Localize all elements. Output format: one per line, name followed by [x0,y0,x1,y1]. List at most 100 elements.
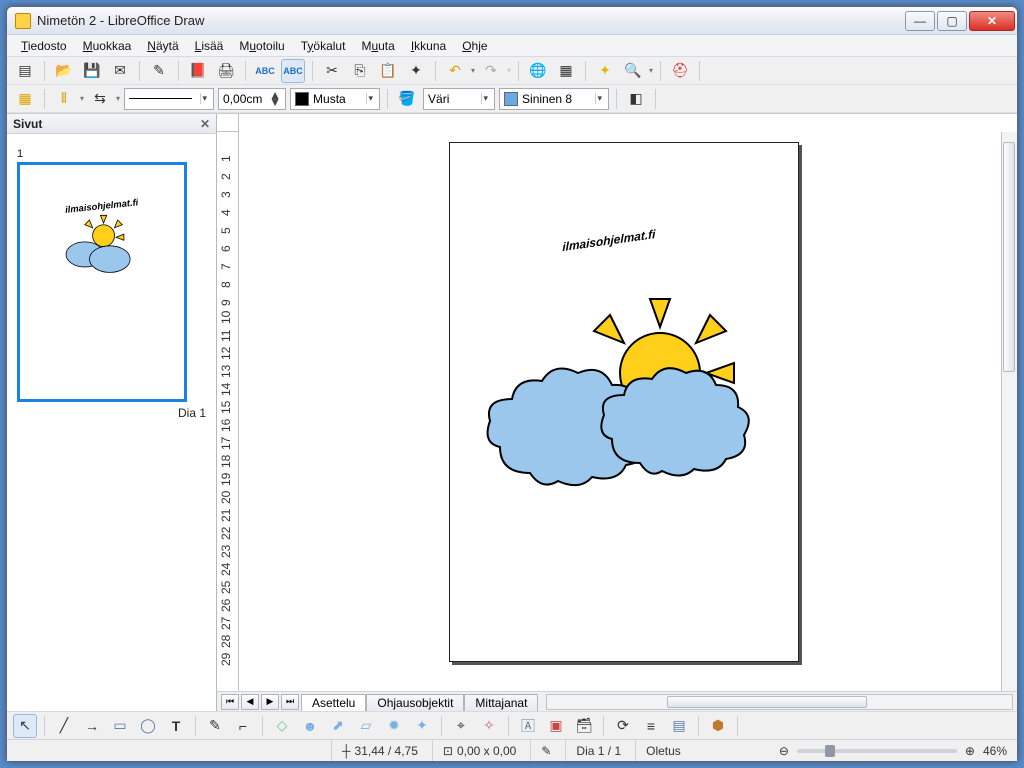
line-style-combo[interactable]: ▾ [124,88,214,110]
navigator-button[interactable]: 🔍 [621,59,645,83]
statusbar: ┼ 31,44 / 4,75 ⊡ 0,00 x 0,00 ✎ Dia 1 / 1… [7,739,1017,761]
tab-nav-last[interactable]: ⏭ [281,694,299,710]
minimize-button[interactable]: — [905,11,935,31]
grid-button[interactable]: ▦ [13,87,37,111]
tab-layout[interactable]: Asettelu [301,694,366,712]
zoom-slider[interactable] [797,749,957,753]
fill-bucket-icon[interactable]: 🪣 [395,87,419,111]
copy-button[interactable]: ⎘ [348,59,372,83]
menu-file[interactable]: Tiedosto [15,37,73,55]
maximize-button[interactable]: ▢ [937,11,967,31]
line-width-spinner[interactable]: 0,00cm ▲▼ [218,88,286,110]
points-tool[interactable]: ⌖ [449,714,473,738]
gallery-tool[interactable]: 🗃 [572,714,596,738]
text-tool[interactable]: T [164,714,188,738]
email-button[interactable]: ✉ [108,59,132,83]
edit-button[interactable]: ✎ [147,59,171,83]
rect-tool[interactable]: ▭ [108,714,132,738]
menu-view[interactable]: Näytä [141,37,184,55]
menubar: Tiedosto Muokkaa Näytä Lisää Muotoilu Ty… [7,35,1017,57]
format-paint-button[interactable]: ✦ [404,59,428,83]
titlebar: Nimetön 2 - LibreOffice Draw — ▢ ✕ [7,7,1017,35]
tab-nav-prev[interactable]: ◀ [241,694,259,710]
hyperlink-button[interactable]: ✦ [593,59,617,83]
fill-color-combo[interactable]: Sininen 8 ▾ [499,88,609,110]
paste-button[interactable]: 📋 [376,59,400,83]
tab-nav-first[interactable]: ⏮ [221,694,239,710]
formatting-toolbar: ▦ ⦀ ▾ ⇆ ▾ ▾ 0,00cm ▲▼ Musta ▾ 🪣 Väri ▾ S… [7,85,1017,113]
ellipse-tool[interactable]: ◯ [136,714,160,738]
zoom-value[interactable]: 46% [983,744,1007,758]
menu-window[interactable]: Ikkuna [405,37,452,55]
select-tool[interactable]: ↖ [13,714,37,738]
open-button[interactable]: 📂 [52,59,76,83]
status-size: ⊡ 0,00 x 0,00 [432,740,516,761]
from-file-tool[interactable]: ▣ [544,714,568,738]
standard-toolbar: ▤ 📂 💾 ✉ ✎ 📕 🖨 ABC ABC ✂ ⎘ 📋 ✦ ↶ ▾ ↷ ▾ 🌐 … [7,57,1017,85]
canvas[interactable]: ilmaisohjelmat.fi [239,132,1001,691]
fill-type-combo[interactable]: Väri ▾ [423,88,495,110]
extrusion-tool[interactable]: ⬢ [706,714,730,738]
workspace: Sivut ✕ 1 ilmaisohjelmat.fi [7,113,1017,711]
svg-text:ilmaisohjelmat.fi: ilmaisohjelmat.fi [65,197,139,215]
arrow-end-button[interactable]: ⦀ [52,87,76,111]
tab-nav-next[interactable]: ▶ [261,694,279,710]
arrow-tool[interactable]: → [80,714,104,738]
page-thumb-number: 1 [17,148,206,160]
status-slide: Dia 1 / 1 [565,740,621,761]
menu-edit[interactable]: Muokkaa [77,37,138,55]
page[interactable]: ilmaisohjelmat.fi [449,142,799,662]
callout-tool[interactable]: ✹ [382,714,406,738]
export-pdf-button[interactable]: 📕 [186,59,210,83]
line-style-button[interactable]: ⇆ [88,87,112,111]
gluepoints-tool[interactable]: ✧ [477,714,501,738]
menu-help[interactable]: Ohje [456,37,493,55]
help-button[interactable]: ⛑ [668,59,692,83]
align-tool[interactable]: ≡ [639,714,663,738]
cut-button[interactable]: ✂ [320,59,344,83]
undo-button[interactable]: ↶ [443,59,467,83]
basic-shapes-tool[interactable]: ◇ [270,714,294,738]
horizontal-scrollbar[interactable] [546,694,1013,710]
pages-panel-close-icon[interactable]: ✕ [200,117,210,131]
sheet-tabs-row: ⏮ ◀ ▶ ⏭ Asettelu Ohjausobjektit Mittajan… [217,691,1017,711]
drawing-toolbar: ↖ ╱ → ▭ ◯ T ✎ ⌐ ◇ ☻ ⬈ ▱ ✹ ✦ ⌖ ✧ 🄰 ▣ 🗃 ⟳ … [7,711,1017,739]
shadow-button[interactable]: ◧ [624,87,648,111]
chart-button[interactable]: 🌐 [526,59,550,83]
autospell-button[interactable]: ABC [281,59,305,83]
status-modified-icon: ✎ [530,740,551,761]
spellcheck-button[interactable]: ABC [253,59,277,83]
zoom-out-icon[interactable]: ⊖ [779,744,789,758]
pages-panel-title: Sivut [13,117,42,131]
new-button[interactable]: ▤ [13,59,37,83]
stars-tool[interactable]: ✦ [410,714,434,738]
fontwork-tool[interactable]: 🄰 [516,714,540,738]
table-button[interactable]: ▦ [554,59,578,83]
zoom-in-icon[interactable]: ⊕ [965,744,975,758]
arrange-tool[interactable]: ▤ [667,714,691,738]
block-arrows-tool[interactable]: ⬈ [326,714,350,738]
line-color-combo[interactable]: Musta ▾ [290,88,380,110]
symbol-shapes-tool[interactable]: ☻ [298,714,322,738]
line-tool[interactable]: ╱ [52,714,76,738]
print-button[interactable]: 🖨 [214,59,238,83]
vertical-ruler[interactable]: 1234567891011121314151617181920212223242… [217,132,239,691]
curve-tool[interactable]: ✎ [203,714,227,738]
line-width-value: 0,00cm [223,92,262,106]
menu-format[interactable]: Muotoilu [233,37,290,55]
rotate-tool[interactable]: ⟳ [611,714,635,738]
menu-tools[interactable]: Työkalut [295,37,352,55]
menu-modify[interactable]: Muuta [355,37,400,55]
tab-dimensions[interactable]: Mittajanat [464,694,538,712]
tab-controls[interactable]: Ohjausobjektit [366,694,464,712]
connector-tool[interactable]: ⌐ [231,714,255,738]
flowchart-tool[interactable]: ▱ [354,714,378,738]
canvas-text: ilmaisohjelmat.fi [562,227,656,254]
ruler-corner [217,114,239,132]
vertical-scrollbar[interactable] [1001,132,1017,691]
redo-button[interactable]: ↷ [479,59,503,83]
menu-insert[interactable]: Lisää [189,37,230,55]
close-button[interactable]: ✕ [969,11,1015,31]
page-thumbnail[interactable]: ilmaisohjelmat.fi [17,162,187,402]
save-button[interactable]: 💾 [80,59,104,83]
